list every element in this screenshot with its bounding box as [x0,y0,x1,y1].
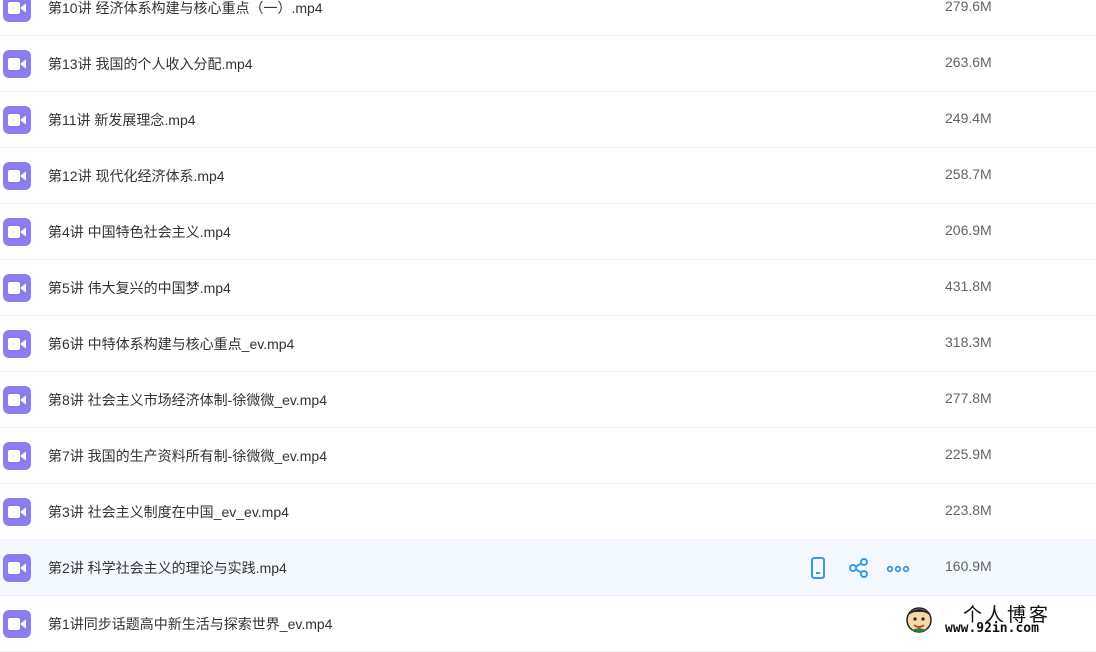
file-name[interactable]: 第2讲 科学社会主义的理论与实践.mp4 [48,558,287,578]
file-row[interactable]: 第10讲 经济体系构建与核心重点（一）.mp4 279.6M [0,0,1096,36]
watermark-url: www.92in.com [945,621,1039,636]
video-file-icon [3,386,31,414]
file-size: 223.8M [945,502,992,518]
file-name[interactable]: 第13讲 我国的个人收入分配.mp4 [48,54,253,74]
video-file-icon [3,0,31,22]
file-size: 258.7M [945,166,992,182]
file-name[interactable]: 第7讲 我国的生产资料所有制-徐微微_ev.mp4 [48,446,327,466]
video-file-icon [3,554,31,582]
file-size: 206.9M [945,222,992,238]
file-name[interactable]: 第5讲 伟大复兴的中国梦.mp4 [48,278,231,298]
file-row[interactable]: 第6讲 中特体系构建与核心重点_ev.mp4 318.3M [0,316,1096,372]
file-size: 160.9M [945,558,992,574]
file-size: 225.9M [945,446,992,462]
phone-icon[interactable] [808,556,832,580]
file-name[interactable]: 第12讲 现代化经济体系.mp4 [48,166,225,186]
file-row[interactable]: 第11讲 新发展理念.mp4 249.4M [0,92,1096,148]
video-file-icon [3,50,31,78]
video-file-icon [3,610,31,638]
cartoon-avatar-logo [904,604,934,634]
file-name[interactable]: 第10讲 经济体系构建与核心重点（一）.mp4 [48,0,323,18]
file-row[interactable]: 第12讲 现代化经济体系.mp4 258.7M [0,148,1096,204]
video-file-icon [3,162,31,190]
file-size: 318.3M [945,334,992,350]
file-row[interactable]: 第4讲 中国特色社会主义.mp4 206.9M [0,204,1096,260]
file-row[interactable]: 第5讲 伟大复兴的中国梦.mp4 431.8M [0,260,1096,316]
file-size: 263.6M [945,54,992,70]
file-row[interactable]: 第3讲 社会主义制度在中国_ev_ev.mp4 223.8M [0,484,1096,540]
more-icon[interactable] [886,556,910,580]
file-size: 431.8M [945,278,992,294]
file-name[interactable]: 第3讲 社会主义制度在中国_ev_ev.mp4 [48,502,289,522]
file-row[interactable]: 第8讲 社会主义市场经济体制-徐微微_ev.mp4 277.8M [0,372,1096,428]
file-name[interactable]: 第11讲 新发展理念.mp4 [48,110,196,130]
video-file-icon [3,442,31,470]
video-file-icon [3,218,31,246]
file-size: 249.4M [945,110,992,126]
file-row[interactable]: 第13讲 我国的个人收入分配.mp4 263.6M [0,36,1096,92]
file-size: 277.8M [945,390,992,406]
file-name[interactable]: 第8讲 社会主义市场经济体制-徐微微_ev.mp4 [48,390,327,410]
file-name[interactable]: 第6讲 中特体系构建与核心重点_ev.mp4 [48,334,294,354]
video-file-icon [3,274,31,302]
file-name[interactable]: 第1讲同步话题高中新生活与探索世界_ev.mp4 [48,614,332,634]
video-file-icon [3,498,31,526]
file-size: 279.6M [945,0,992,14]
video-file-icon [3,106,31,134]
file-row-hovered[interactable]: 第2讲 科学社会主义的理论与实践.mp4 160.9M [0,540,1096,596]
video-file-icon [3,330,31,358]
file-row[interactable]: 第7讲 我国的生产资料所有制-徐微微_ev.mp4 225.9M [0,428,1096,484]
file-name[interactable]: 第4讲 中国特色社会主义.mp4 [48,222,231,242]
share-icon[interactable] [847,556,871,580]
blog-watermark: 个人博客 www.92in.com [900,600,1090,642]
file-list: 第10讲 经济体系构建与核心重点（一）.mp4 279.6M 第13讲 我国的个… [0,0,1096,652]
